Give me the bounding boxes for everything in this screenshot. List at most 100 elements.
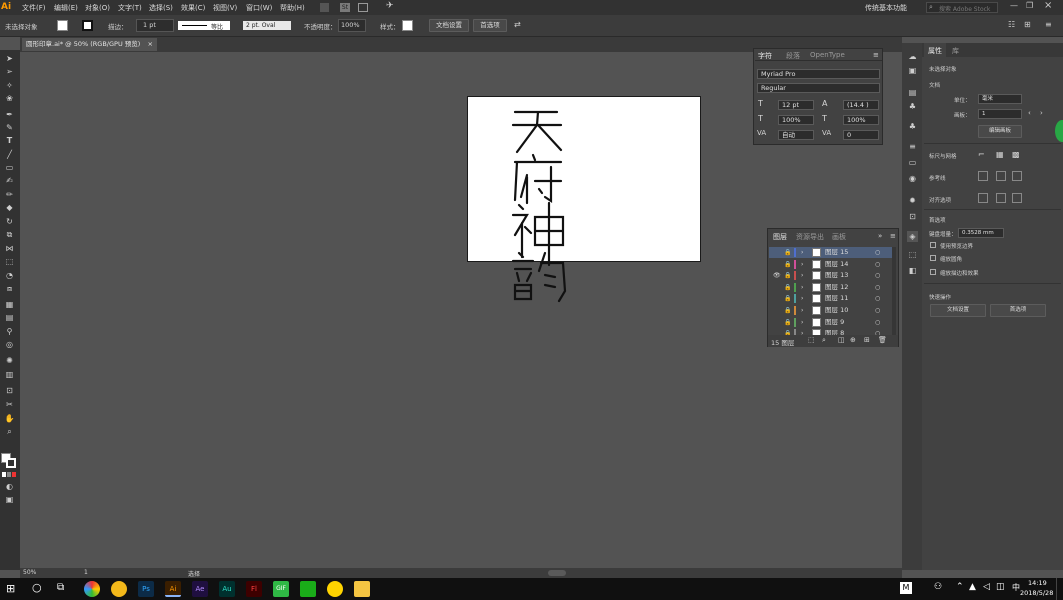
brush-dropdown[interactable]: 2 pt. Oval (243, 21, 291, 30)
direct-selection-tool-icon[interactable]: ➢ (4, 67, 15, 76)
locate-icon[interactable]: ⌕ (822, 336, 826, 345)
line-tool-icon[interactable]: ╱ (4, 150, 15, 159)
preferences-action-button[interactable]: 首选项 (990, 304, 1046, 317)
tray-expand-icon[interactable]: ⌃ (956, 582, 964, 592)
windows-start-icon[interactable]: ⊞ (6, 582, 15, 595)
people-icon[interactable]: ⚇ (934, 582, 942, 592)
type-tool-icon[interactable]: T (4, 136, 15, 145)
leading-field[interactable]: (14.4 ) (843, 100, 879, 110)
shape-builder-tool-icon[interactable]: ◔ (4, 271, 15, 280)
rotate-tool-icon[interactable]: ↻ (4, 217, 15, 226)
align-icon[interactable]: ⇄ (514, 20, 521, 29)
preview-bounds-checkbox[interactable] (930, 242, 936, 248)
keyboard-increment-field[interactable]: 0.3528 mm (958, 228, 1004, 238)
kerning-field[interactable]: 自动 (778, 130, 814, 140)
screen-mode-icon[interactable]: ▣ (4, 495, 15, 504)
pen-tool-icon[interactable]: ✒ (4, 110, 15, 119)
rectangle-tool-icon[interactable]: ▭ (4, 163, 15, 172)
panel-grip[interactable] (754, 44, 882, 49)
image-trace-dock-icon[interactable]: ▤ (907, 87, 918, 98)
libraries-dock-icon[interactable]: ☁ (907, 51, 918, 62)
free-transform-tool-icon[interactable]: ⬚ (4, 257, 15, 266)
smart-guides-icon[interactable] (1012, 171, 1022, 181)
volume-icon[interactable]: ◁ (983, 582, 990, 592)
illustrator-icon[interactable]: Ai (165, 581, 181, 597)
stroke-weight-field[interactable]: 1 pt (136, 19, 174, 32)
layer-name[interactable]: 图层 13 (825, 270, 848, 281)
document-setup-action-button[interactable]: 文档设置 (930, 304, 986, 317)
tab-opentype[interactable]: OpenType (810, 51, 845, 59)
lock-icon[interactable]: 🔒 (784, 259, 791, 270)
eyedropper-tool-icon[interactable]: ⚲ (4, 327, 15, 336)
gradient-dock-icon[interactable]: ▭ (907, 157, 918, 168)
delete-layer-icon[interactable]: 🗑 (878, 336, 887, 344)
stroke-dock-icon[interactable]: ≡ (907, 141, 918, 152)
network-icon[interactable]: ◫ (996, 582, 1005, 592)
stroke-profile-dropdown[interactable]: 等比 (178, 21, 230, 31)
zoom-tool-icon[interactable]: ⌕ (4, 427, 15, 436)
expand-chevron-icon[interactable]: › (801, 328, 803, 335)
expand-chevron-icon[interactable]: › (801, 247, 803, 258)
layer-row[interactable]: 🔒 › 图层 15 ○ (769, 247, 893, 258)
layer-row[interactable]: 🔒 › 图层 14 ○ (769, 259, 893, 270)
layers-scrollbar[interactable] (892, 247, 896, 335)
draw-mode-icon[interactable]: ◐ (4, 482, 15, 491)
expand-chevron-icon[interactable]: › (801, 282, 803, 293)
clip-icon[interactable]: ◫ (838, 336, 845, 344)
audition-icon[interactable]: Au (219, 581, 235, 597)
show-desktop-button[interactable] (1056, 578, 1063, 600)
task-view-icon[interactable]: ⧉ (57, 582, 64, 593)
menu-select[interactable]: 选择(S) (149, 3, 173, 13)
menu-list-icon[interactable]: ≡ (1045, 20, 1052, 29)
stroke-color-swatch[interactable] (6, 458, 16, 468)
font-size-field[interactable]: 12 pt (778, 100, 814, 110)
width-tool-icon[interactable]: ⋈ (4, 244, 15, 253)
visibility-icon[interactable]: 👁 (773, 270, 781, 281)
zoom-level[interactable]: 50% (23, 569, 36, 576)
layer-name[interactable]: 图层 14 (825, 259, 848, 270)
cortana-icon[interactable]: ○ (32, 581, 42, 594)
collapse-icon[interactable]: » (878, 232, 882, 240)
file-explorer-icon[interactable] (354, 581, 370, 597)
stock-icon[interactable]: St (340, 3, 350, 12)
perspective-grid-tool-icon[interactable]: ⧈ (4, 284, 15, 293)
prev-artboard-icon[interactable]: ‹ (1028, 109, 1031, 117)
expand-chevron-icon[interactable]: › (801, 259, 803, 270)
target-icon[interactable]: ○ (875, 259, 880, 270)
units-dropdown[interactable]: 毫米 (978, 94, 1022, 104)
symbols-dock-icon[interactable]: ♣ (907, 101, 918, 112)
restore-icon[interactable]: ❐ (1026, 1, 1033, 10)
bridge-icon[interactable] (320, 3, 329, 12)
workspace-switcher[interactable]: 传统基本功能 (865, 3, 907, 13)
gif-tool-icon[interactable]: GIF (273, 581, 289, 597)
column-graph-tool-icon[interactable]: ▥ (4, 370, 15, 379)
horizontal-scrollbar-thumb[interactable] (548, 570, 566, 576)
layer-row[interactable]: 🔒 › 图层 12 ○ (769, 282, 893, 293)
menu-effect[interactable]: 效果(C) (181, 3, 205, 13)
snap-pixel-icon[interactable] (1012, 193, 1022, 203)
lock-icon[interactable]: 🔒 (784, 282, 791, 293)
curvature-tool-icon[interactable]: ✎ (4, 123, 15, 132)
panel-menu-icon[interactable]: ≡ (873, 51, 879, 59)
vertical-scale-field[interactable]: 100% (778, 115, 814, 125)
snap-point-icon[interactable] (978, 193, 988, 203)
photoshop-icon[interactable]: Ps (138, 581, 154, 597)
magic-wand-tool-icon[interactable]: ✧ (4, 81, 15, 90)
target-icon[interactable]: ○ (875, 317, 880, 328)
lock-guides-icon[interactable] (996, 171, 1006, 181)
target-icon[interactable]: ○ (875, 305, 880, 316)
menu-object[interactable]: 对象(O) (85, 3, 110, 13)
artboard-navigator[interactable]: 1 (84, 569, 88, 576)
close-window-icon[interactable]: × (1044, 0, 1052, 11)
tab-layers[interactable]: 图层 (773, 232, 787, 242)
layer-row[interactable]: 👁 🔒 › 图层 13 ○ (769, 270, 893, 281)
style-swatch[interactable] (402, 20, 413, 31)
clock-time[interactable]: 14:19 (1028, 579, 1047, 587)
gpu-icon[interactable]: ✈ (386, 1, 394, 11)
hand-tool-icon[interactable]: ✋ (4, 414, 15, 423)
layer-row[interactable]: 🔒 › 图层 8 ○ (769, 328, 893, 335)
expand-chevron-icon[interactable]: › (801, 293, 803, 304)
after-effects-icon[interactable]: Ae (192, 581, 208, 597)
close-tab-icon[interactable]: × (148, 38, 153, 51)
arrange-icon[interactable] (358, 3, 368, 12)
